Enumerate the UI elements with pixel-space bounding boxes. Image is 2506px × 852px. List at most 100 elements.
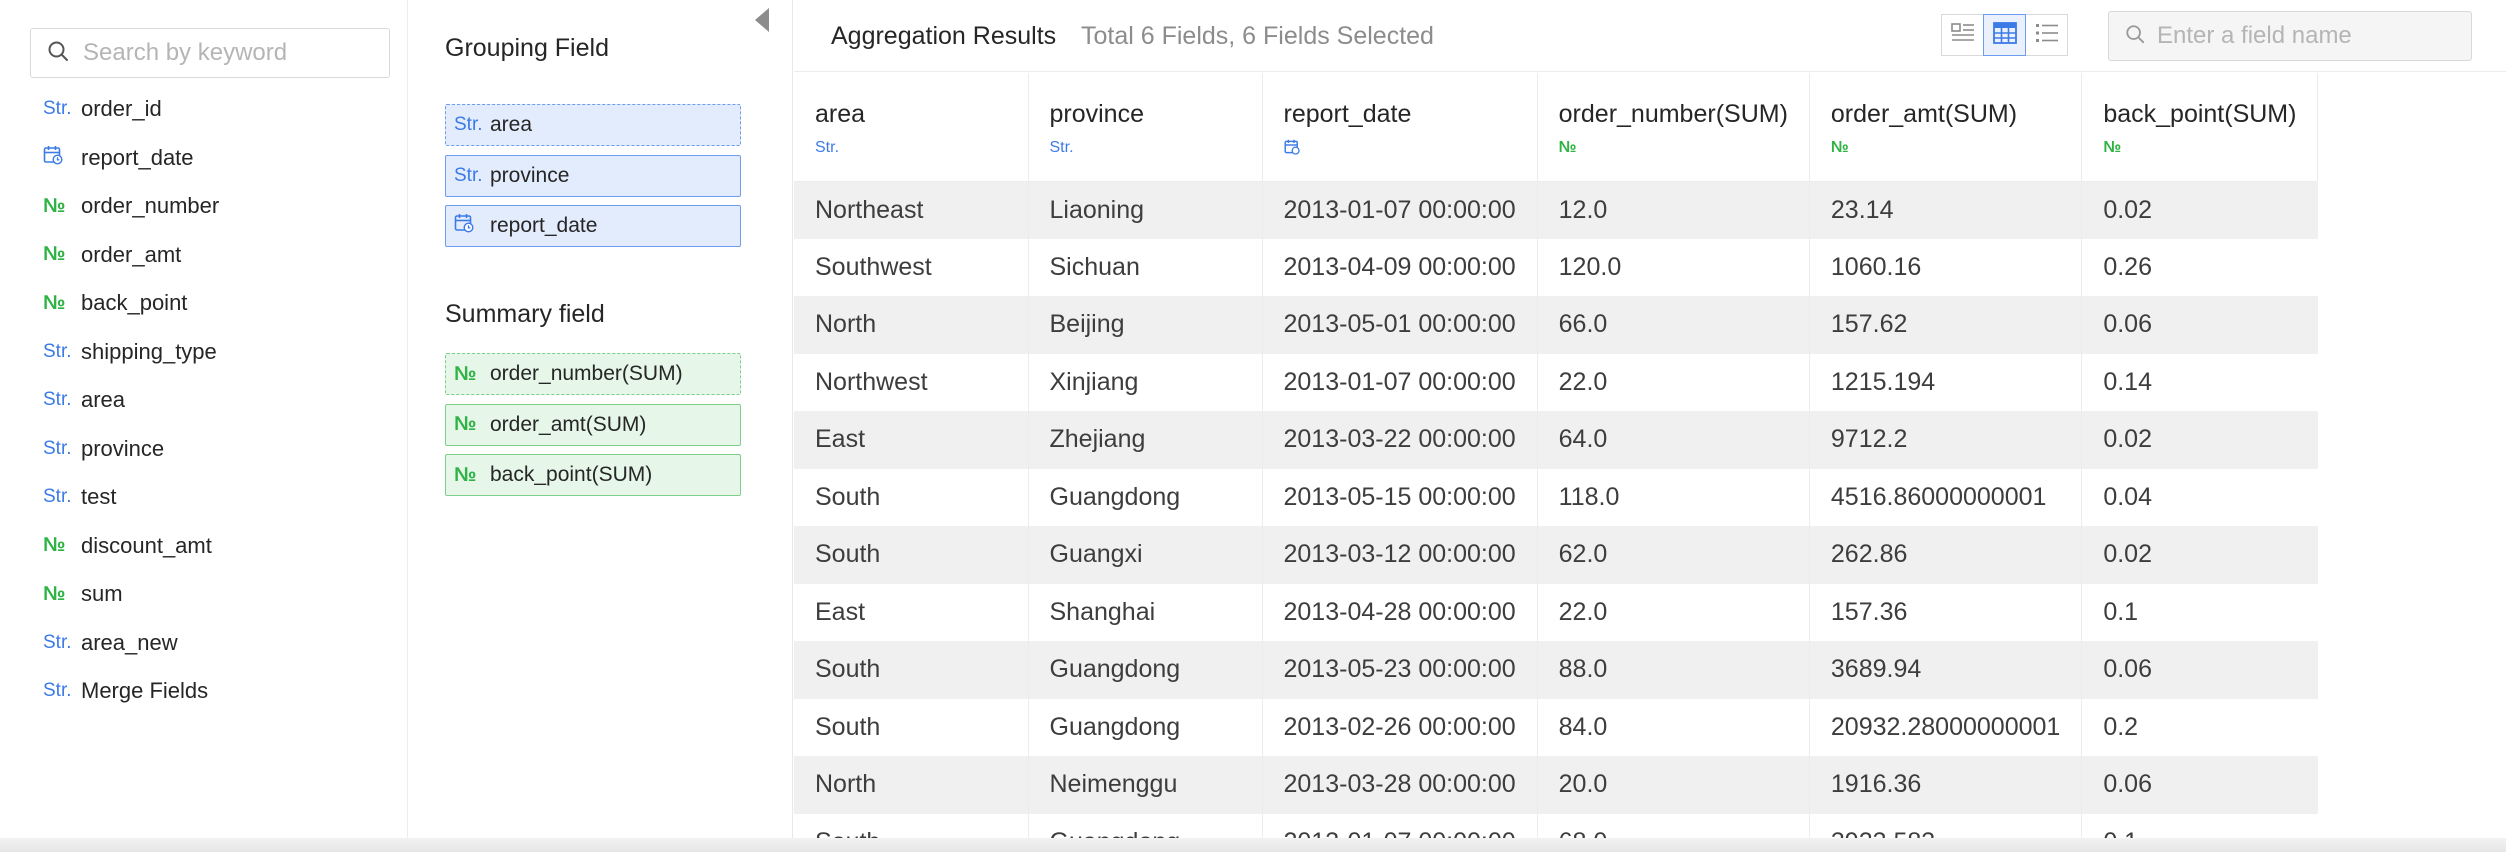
field-name-search-box[interactable] bbox=[2108, 11, 2472, 61]
table-cell: South bbox=[794, 468, 1029, 526]
field-item-shipping-type[interactable]: Str. shipping_type bbox=[43, 328, 219, 377]
number-type-icon: № bbox=[43, 243, 66, 266]
column-header-report-date[interactable]: report_date bbox=[1262, 73, 1538, 182]
table-row[interactable]: South Guangdong 2013-05-15 00:00:00 118.0 45… bbox=[794, 468, 2318, 526]
string-type-icon: Str. bbox=[43, 631, 72, 653]
table-cell: 1916.36 bbox=[1809, 756, 2083, 814]
chip-label: area bbox=[490, 113, 533, 136]
column-header-order-number-sum[interactable]: order_number(SUM) № bbox=[1537, 73, 1810, 182]
results-field-count: Total 6 Fields, 6 Fields Selected bbox=[1081, 22, 1434, 50]
field-item-area[interactable]: Str. area bbox=[43, 376, 219, 425]
chip-order-number-sum[interactable]: № order_number(SUM) bbox=[445, 353, 741, 395]
table-cell: 3689.94 bbox=[1809, 641, 2083, 699]
card-view-button[interactable] bbox=[1941, 14, 1984, 56]
field-name: area bbox=[81, 387, 126, 413]
table-cell: East bbox=[794, 583, 1029, 641]
table-cell: 2013-04-28 00:00:00 bbox=[1262, 583, 1538, 641]
column-name: area bbox=[815, 100, 866, 128]
table-row[interactable]: Northwest Xinjiang 2013-01-07 00:00:00 22.0… bbox=[794, 353, 2318, 411]
table-cell: 2013-01-07 00:00:00 bbox=[1262, 181, 1538, 239]
field-item-merge-fields[interactable]: Str. Merge Fields bbox=[43, 667, 219, 716]
field-item-order-id[interactable]: Str. order_id bbox=[43, 85, 219, 134]
table-row[interactable]: East Shanghai 2013-04-28 00:00:00 22.0 157.3… bbox=[794, 583, 2318, 641]
table-cell: Northeast bbox=[794, 181, 1029, 239]
table-cell: Liaoning bbox=[1028, 181, 1263, 239]
table-cell: 2013-05-23 00:00:00 bbox=[1262, 641, 1538, 699]
column-header-province[interactable]: province Str. bbox=[1028, 73, 1263, 182]
table-row[interactable]: South Guangdong 2013-05-23 00:00:00 88.0 368… bbox=[794, 641, 2318, 699]
table-row[interactable]: South Guangdong 2013-02-26 00:00:00 84.0 209… bbox=[794, 698, 2318, 756]
number-type-icon: № bbox=[43, 194, 66, 217]
number-type-icon: № bbox=[454, 362, 477, 385]
chip-back-point-sum[interactable]: № back_point(SUM) bbox=[445, 454, 741, 496]
column-name: order_number(SUM) bbox=[1558, 100, 1788, 128]
keyword-search-box[interactable] bbox=[30, 28, 390, 78]
table-cell: Northwest bbox=[794, 353, 1029, 411]
table-cell: 2013-01-07 00:00:00 bbox=[1262, 353, 1538, 411]
table-cell: Southwest bbox=[794, 238, 1029, 296]
table-row[interactable]: North Neimenggu 2013-03-28 00:00:00 20.0 191… bbox=[794, 756, 2318, 814]
string-type-icon: Str. bbox=[454, 114, 483, 135]
field-name: order_number bbox=[81, 193, 220, 219]
chip-report-date[interactable]: report_date bbox=[445, 205, 741, 247]
field-item-report-date[interactable]: report_date bbox=[43, 134, 219, 183]
table-cell: 23.14 bbox=[1809, 181, 2083, 239]
field-list: Str. order_id report_date № order_number № ord… bbox=[43, 85, 219, 716]
string-type-icon: Str. bbox=[43, 98, 72, 120]
field-item-sum[interactable]: № sum bbox=[43, 570, 219, 619]
table-cell: 0.06 bbox=[2081, 756, 2318, 814]
chip-label: report_date bbox=[490, 214, 598, 237]
table-cell: Sichuan bbox=[1028, 238, 1263, 296]
summary-field-title: Summary field bbox=[445, 300, 605, 328]
number-type-icon: № bbox=[43, 534, 66, 557]
field-name-search-input[interactable] bbox=[2155, 21, 2465, 51]
number-type-icon: № bbox=[43, 582, 66, 605]
chip-area[interactable]: Str. area bbox=[445, 104, 741, 146]
list-view-button[interactable] bbox=[2025, 14, 2068, 56]
chip-label: back_point(SUM) bbox=[490, 463, 653, 486]
table-cell: 2013-05-15 00:00:00 bbox=[1262, 468, 1538, 526]
table-row[interactable]: North Beijing 2013-05-01 00:00:00 66.0 157.6… bbox=[794, 296, 2318, 354]
keyword-search-input[interactable] bbox=[81, 38, 381, 68]
field-item-order-number[interactable]: № order_number bbox=[43, 182, 219, 231]
field-item-province[interactable]: Str. province bbox=[43, 425, 219, 474]
string-type-icon: Str. bbox=[815, 139, 840, 156]
field-item-discount-amt[interactable]: № discount_amt bbox=[43, 522, 219, 571]
chip-order-amt-sum[interactable]: № order_amt(SUM) bbox=[445, 403, 741, 446]
string-type-icon: Str. bbox=[43, 340, 72, 362]
table-row[interactable]: Southwest Sichuan 2013-04-09 00:00:00 120.0… bbox=[794, 238, 2318, 296]
table-row[interactable]: Northeast Liaoning 2013-01-07 00:00:00 12.0… bbox=[794, 181, 2318, 239]
collapse-arrow-icon[interactable] bbox=[755, 8, 769, 32]
table-row[interactable]: East Zhejiang 2013-03-22 00:00:00 64.0 9712.… bbox=[794, 411, 2318, 469]
table-cell: Beijing bbox=[1028, 296, 1263, 354]
column-header-order-amt-sum[interactable]: order_amt(SUM) № bbox=[1809, 73, 2083, 182]
field-name: order_amt bbox=[81, 241, 182, 267]
field-list-panel: Str. order_id report_date № order_number № ord… bbox=[0, 0, 408, 838]
field-item-area-new[interactable]: Str. area_new bbox=[43, 619, 219, 668]
column-name: report_date bbox=[1283, 100, 1412, 128]
table-cell: 88.0 bbox=[1537, 641, 1810, 699]
field-item-test[interactable]: Str. test bbox=[43, 473, 219, 522]
table-view-button[interactable] bbox=[1983, 14, 2026, 56]
table-cell: South bbox=[794, 641, 1029, 699]
table-cell: 0.04 bbox=[2081, 468, 2318, 526]
calendar-icon bbox=[43, 145, 81, 171]
string-type-icon: Str. bbox=[43, 437, 72, 459]
field-item-back-point[interactable]: № back_point bbox=[43, 279, 219, 328]
chip-province[interactable]: Str. province bbox=[445, 154, 741, 197]
table-cell: South bbox=[794, 526, 1029, 584]
window-bottom-edge bbox=[0, 838, 2506, 852]
table-cell: 157.62 bbox=[1809, 296, 2083, 354]
results-table-wrapper[interactable]: area Str. province Str. report_date order_num… bbox=[794, 73, 2506, 852]
table-cell: South bbox=[794, 698, 1029, 756]
column-header-back-point-sum[interactable]: back_point(SUM) № bbox=[2081, 73, 2319, 182]
table-cell: 20932.28000000001 bbox=[1809, 698, 2083, 756]
column-header-area[interactable]: area Str. bbox=[794, 73, 1029, 182]
string-type-icon: Str. bbox=[454, 164, 483, 186]
table-cell: 66.0 bbox=[1537, 296, 1810, 354]
table-cell: Zhejiang bbox=[1028, 411, 1263, 469]
chip-label: order_amt(SUM) bbox=[490, 412, 647, 436]
table-cell: 262.86 bbox=[1809, 526, 2083, 584]
table-row[interactable]: South Guangxi 2013-03-12 00:00:00 62.0 262.8… bbox=[794, 526, 2318, 584]
field-item-order-amt[interactable]: № order_amt bbox=[43, 231, 219, 280]
